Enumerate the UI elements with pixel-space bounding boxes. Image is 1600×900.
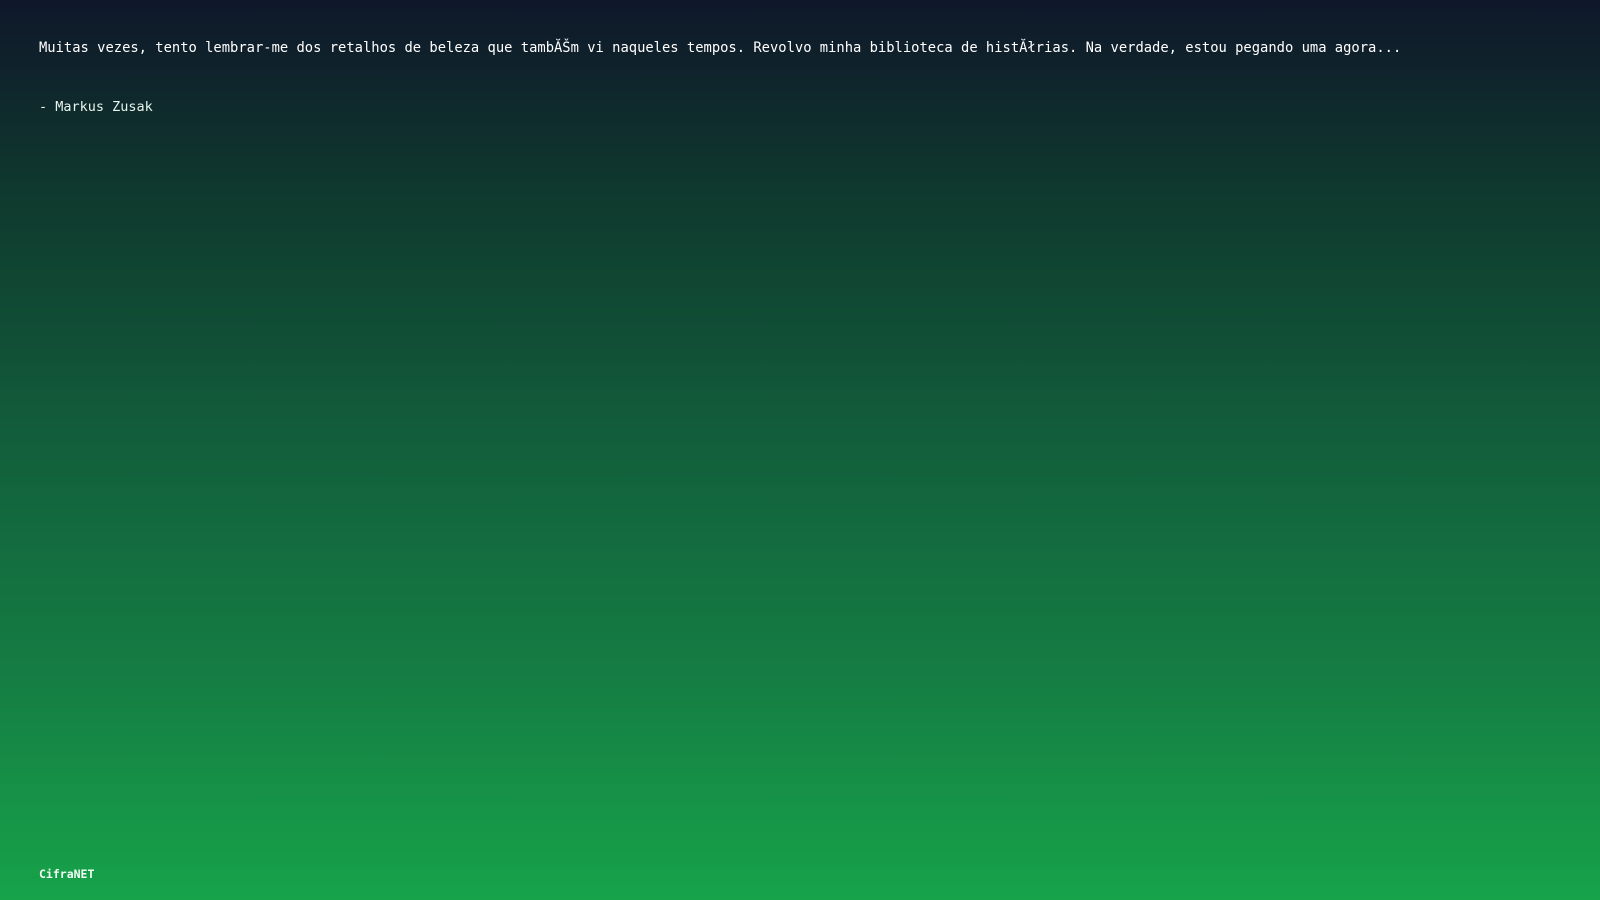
quote-text: Muitas vezes, tento lembrar-me dos retal…: [39, 40, 1402, 56]
brand-label: CifraNET: [39, 867, 95, 881]
quote-author: - Markus Zusak: [39, 99, 153, 115]
